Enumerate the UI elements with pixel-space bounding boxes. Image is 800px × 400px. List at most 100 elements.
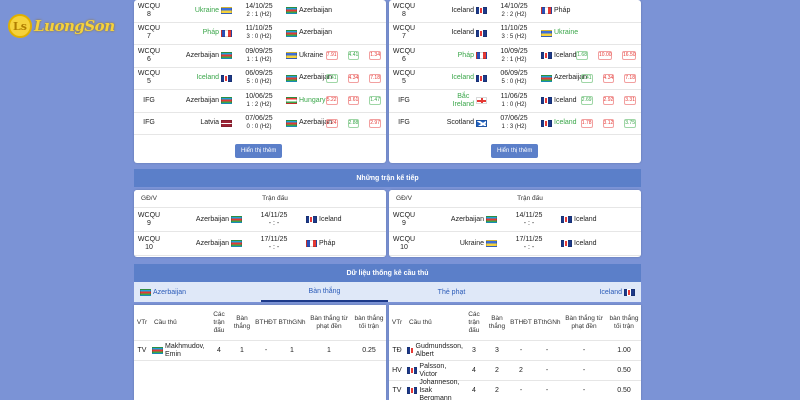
odds-value[interactable]: 7.91 [325, 51, 338, 61]
home-team[interactable]: Azerbaijan [164, 52, 234, 60]
match-score: 11/06/25 1 : 0 (H2) [489, 93, 539, 109]
odds-value[interactable]: 3.61 [347, 96, 360, 106]
show-more-button-right[interactable]: Hiển thị thêm [491, 144, 539, 158]
odds-value[interactable]: 1.34 [369, 51, 381, 61]
stats-col-header: Cầu thủ [154, 318, 177, 326]
home-team[interactable]: Scotland [419, 119, 489, 127]
home-team[interactable]: Iceland [419, 74, 489, 82]
away-team[interactable]: Pháp [539, 7, 589, 15]
odds-value[interactable]: 3.31 [624, 96, 636, 106]
odds-value[interactable]: 1.41 [580, 73, 593, 83]
match-row[interactable]: IFG Azerbaijan 10/06/25 1 : 2 (H2) Hungary 5.… [134, 90, 386, 113]
home-team[interactable]: Azerbaijan [164, 240, 244, 248]
home-team[interactable]: Azerbaijan [164, 216, 244, 224]
away-team[interactable]: Azerbaijan [284, 7, 334, 15]
odds-value[interactable]: 2.97 [369, 118, 381, 128]
odds-value[interactable]: 4.34 [347, 73, 360, 83]
tab-team-right[interactable]: Iceland [515, 282, 641, 302]
home-team[interactable]: Latvia [164, 119, 234, 127]
tab-goals[interactable]: Bàn thắng [261, 282, 388, 302]
hu-flag-icon [286, 97, 297, 105]
tab-cards[interactable]: Thẻ phạt [388, 282, 515, 302]
odds-value[interactable]: 5.22 [325, 96, 338, 106]
match-row[interactable]: WCQU 8 Ukraine 14/10/25 2 : 1 (H2) Azerbaijan [134, 0, 386, 23]
odds-value[interactable]: 2.88 [347, 118, 360, 128]
home-team[interactable]: Ukraine [164, 7, 234, 15]
odds-value[interactable]: 4.41 [347, 51, 360, 61]
stats-col-header: BTthGNh [278, 318, 306, 326]
away-team[interactable]: Pháp [304, 240, 374, 248]
stats-col-header: BTHĐT [510, 318, 532, 326]
odds-value[interactable]: 3.12 [602, 118, 615, 128]
odds-value[interactable]: 7.18 [624, 73, 636, 83]
odds-value[interactable]: 2.24 [325, 118, 338, 128]
away-team-name: Ukraine [299, 51, 324, 59]
player-name[interactable]: Makhmudov, Emin [150, 343, 208, 359]
match-row[interactable]: IFG Bắc Ireland 11/06/25 1 : 0 (H2) Iceland 2.… [389, 90, 641, 113]
player-name[interactable]: Johanneson, Isak Bergmann [405, 379, 463, 400]
home-team[interactable]: Pháp [419, 52, 489, 60]
odds-value[interactable]: 2.69 [580, 96, 593, 106]
match-row[interactable]: WCQU 5 Iceland 06/09/25 5 : 0 (H2) Azerbaijan… [134, 68, 386, 90]
upcoming-row[interactable]: WCQU 9 Azerbaijan 14/11/25- : - Iceland [134, 208, 386, 232]
match-date: 07/06/25 [500, 115, 528, 123]
odds-value[interactable]: 7.18 [369, 73, 381, 83]
odds-value[interactable]: 1.78 [580, 118, 593, 128]
home-team-name: Azerbaijan [450, 215, 484, 223]
is-flag-icon [541, 97, 552, 105]
match-date: 17/11/25 [260, 235, 288, 243]
match-row[interactable]: WCQU 5 Iceland 06/09/25 5 : 0 (H2) Azerbaijan… [389, 68, 641, 90]
match-row[interactable]: WCQU 8 Iceland 14/10/25 2 : 2 (H2) Pháp [389, 0, 641, 23]
home-team[interactable]: Azerbaijan [419, 216, 499, 224]
upcoming-row[interactable]: WCQU 10 Ukraine 17/11/25- : - Iceland [389, 232, 641, 256]
match-row[interactable]: WCQU 6 Pháp 10/09/25 2 : 1 (H2) Iceland 1.68 10… [389, 45, 641, 68]
match-row[interactable]: WCQU 7 Pháp 11/10/25 3 : 0 (H2) Azerbaijan [134, 23, 386, 45]
odds-value[interactable]: 1.68 [576, 51, 588, 61]
match-row[interactable]: IFG Scotland 07/06/25 1 : 3 (H2) Iceland 1.78… [389, 113, 641, 135]
home-team-name: Azerbaijan [195, 239, 229, 247]
fr-flag-icon [476, 52, 487, 60]
home-team[interactable]: Ukraine [419, 240, 499, 248]
player-row[interactable]: TV Makhmudov, Emin 4 1 - 1 1 0.25 [134, 341, 386, 361]
match-row[interactable]: WCQU 7 Iceland 11/10/25 3 : 5 (H2) Ukraine [389, 23, 641, 45]
match-date: 14/10/25 [245, 2, 273, 10]
site-logo[interactable]: Ls LuongSon [8, 12, 138, 40]
away-team[interactable]: Iceland [559, 240, 629, 248]
comp-label: WCQU 8 [392, 2, 416, 18]
player-row[interactable]: TĐ Gudmundsson, Albert 3 3 - - - 1.00 [389, 341, 641, 361]
odds-value[interactable]: 3.75 [624, 118, 636, 128]
odds-value[interactable]: 10.00 [598, 51, 612, 61]
player-name[interactable]: Gudmundsson, Albert [405, 343, 463, 359]
home-team-name: Bắc Ireland [452, 92, 474, 108]
home-team[interactable]: Iceland [419, 29, 489, 37]
left-upcoming-panel: GĐ/V Trận đấu WCQU 9 Azerbaijan 14/11/25- :… [134, 190, 386, 257]
score-text: 5 : 0 (H2) [246, 79, 272, 86]
tab-team-left[interactable]: Azerbaijan [134, 282, 261, 302]
odds-value[interactable]: 2.92 [602, 96, 615, 106]
score-text: 2 : 2 (H2) [501, 11, 527, 18]
away-team[interactable]: Azerbaijan [284, 29, 334, 37]
home-team[interactable]: Iceland [164, 74, 234, 82]
odds-value[interactable]: 1.41 [325, 73, 338, 83]
lv-flag-icon [221, 119, 232, 127]
player-name[interactable]: Palsson, Victor [405, 363, 463, 379]
upcoming-row[interactable]: WCQU 10 Azerbaijan 17/11/25- : - Pháp [134, 232, 386, 256]
col-comp: GĐ/V [396, 194, 412, 202]
odds-value[interactable]: 1.47 [369, 96, 381, 106]
away-team[interactable]: Iceland [304, 216, 374, 224]
home-team[interactable]: Azerbaijan [164, 97, 234, 105]
right-upcoming-list: WCQU 9 Azerbaijan 14/11/25- : - Iceland WCQU 1… [389, 208, 641, 256]
match-row[interactable]: WCQU 6 Azerbaijan 09/09/25 1 : 1 (H2) Ukraine… [134, 45, 386, 68]
away-team[interactable]: Iceland [559, 216, 629, 224]
home-team[interactable]: Pháp [164, 29, 234, 37]
home-team[interactable]: Iceland [419, 7, 489, 15]
match-row[interactable]: IFG Latvia 07/06/25 0 : 0 (H2) Azerbaijan 2.2… [134, 113, 386, 135]
odds-value[interactable]: 16.50 [622, 51, 636, 61]
player-row[interactable]: TV Johanneson, Isak Bergmann 4 2 - - - 0.50 [389, 379, 641, 400]
odds-value[interactable]: 4.34 [602, 73, 615, 83]
show-more-button-left[interactable]: Hiển thị thêm [235, 144, 283, 158]
away-team[interactable]: Ukraine [539, 29, 589, 37]
home-team[interactable]: Bắc Ireland [419, 93, 489, 109]
upcoming-row[interactable]: WCQU 9 Azerbaijan 14/11/25- : - Iceland [389, 208, 641, 232]
player-name-text: Makhmudov, Emin [165, 342, 205, 358]
